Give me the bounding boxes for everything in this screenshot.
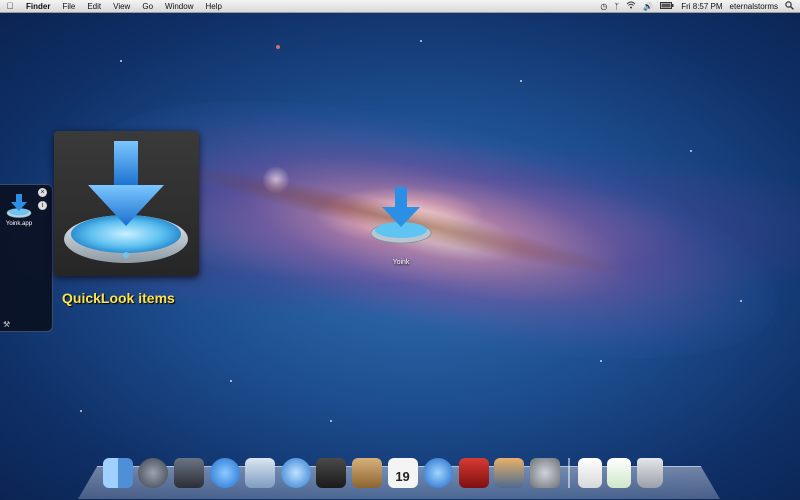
- volume-icon[interactable]: 🔊: [643, 2, 653, 11]
- star: [120, 60, 122, 62]
- dock-ical-icon[interactable]: 19: [387, 458, 418, 488]
- desktop-yoink-icon[interactable]: [366, 185, 436, 245]
- menu-go[interactable]: Go: [136, 2, 159, 11]
- dock-photo-booth-icon[interactable]: [458, 458, 489, 488]
- star: [520, 80, 522, 82]
- star: [600, 360, 602, 362]
- dock-itunes-icon[interactable]: [423, 458, 454, 488]
- dock-address-book-icon[interactable]: [351, 458, 382, 488]
- dock-finder-icon[interactable]: [102, 458, 133, 488]
- user-name[interactable]: eternalstorms: [730, 2, 778, 11]
- menu-window[interactable]: Window: [159, 2, 199, 11]
- quicklook-preview[interactable]: [54, 131, 199, 276]
- star: [420, 40, 422, 42]
- dock-safari-icon[interactable]: [280, 458, 311, 488]
- dock-facetime-icon[interactable]: [316, 458, 347, 488]
- clock[interactable]: Fri 8:57 PM: [681, 2, 722, 11]
- dock: 19: [100, 452, 666, 488]
- dock-iphoto-icon[interactable]: [494, 458, 525, 488]
- bluetooth-icon[interactable]: ᛉ: [614, 2, 619, 11]
- dock-mission-control-icon[interactable]: [173, 458, 204, 488]
- menu-app-name[interactable]: Finder: [20, 2, 56, 11]
- dock-documents-stack-icon[interactable]: [577, 458, 602, 488]
- wifi-icon[interactable]: [626, 1, 636, 11]
- menu-view[interactable]: View: [107, 2, 136, 11]
- menu-edit[interactable]: Edit: [81, 2, 107, 11]
- menu-help[interactable]: Help: [199, 2, 227, 11]
- star: [690, 150, 692, 152]
- menu-file[interactable]: File: [56, 2, 81, 11]
- yoink-large-icon: [64, 141, 188, 263]
- dock-downloads-stack-icon[interactable]: [607, 458, 632, 488]
- time-machine-icon[interactable]: ◷: [600, 2, 607, 11]
- dock-launchpad-icon[interactable]: [138, 458, 169, 488]
- calendar-day: 19: [395, 468, 410, 484]
- star: [230, 380, 232, 382]
- star: [276, 45, 280, 49]
- shelf-item-label[interactable]: Yoink.app: [2, 221, 36, 227]
- dock-trash-icon[interactable]: [636, 458, 663, 488]
- battery-icon[interactable]: [660, 1, 674, 11]
- dock-mail-icon[interactable]: [245, 458, 276, 488]
- dock-app-store-icon[interactable]: [209, 458, 240, 488]
- menu-bar:  Finder File Edit View Go Window Help ◷…: [0, 0, 800, 13]
- dock-separator: [567, 458, 570, 488]
- tools-icon[interactable]: ⚒: [3, 320, 10, 329]
- spotlight-icon[interactable]: [785, 0, 794, 12]
- shelf-close-icon[interactable]: ×: [38, 188, 47, 197]
- star: [80, 410, 82, 412]
- dock-system-preferences-icon[interactable]: [529, 458, 560, 488]
- yoink-app-icon[interactable]: [5, 193, 33, 219]
- star: [740, 300, 742, 302]
- desktop-icon-label[interactable]: Yoink: [366, 259, 436, 266]
- quicklook-annotation: QuickLook items: [62, 290, 175, 306]
- apple-menu-icon[interactable]: : [0, 1, 20, 11]
- star: [330, 420, 332, 422]
- shelf-info-icon[interactable]: i: [38, 201, 47, 210]
- yoink-shelf[interactable]: × i Yoink.app ⚒: [0, 184, 53, 332]
